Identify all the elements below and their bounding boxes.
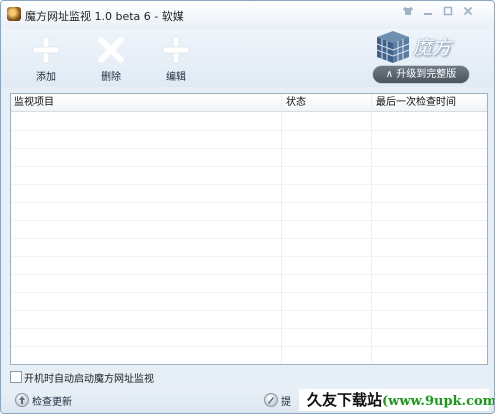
autostart-checkbox[interactable] [10,371,22,383]
watermark-text: 久友下载站 [307,391,383,409]
app-icon [7,7,21,21]
minimize-icon[interactable] [421,6,435,20]
monitor-table[interactable]: 监视项目 状态 最后一次检查时间 [10,93,488,365]
watermark: 久友下载站(www.9upk.com) [299,389,494,411]
maximize-icon[interactable] [441,6,455,20]
pen-icon [264,393,278,407]
check-update-label: 检查更新 [32,397,72,408]
column-header-item[interactable]: 监视项目 [11,94,281,111]
row-line [11,328,487,329]
row-line [11,292,487,293]
title-bar[interactable]: 魔方网址监视 1.0 beta 6 - 软媒 [1,1,494,29]
row-line [11,202,487,203]
row-line [11,346,487,347]
add-icon [32,36,60,64]
column-divider [371,94,372,364]
autostart-label: 开机时自动启动魔方网址监视 [24,374,154,385]
row-line [11,148,487,149]
feedback-label: 提 [281,397,291,408]
add-button[interactable]: 添加 [21,35,71,83]
logo-text: 魔方 [413,37,452,59]
row-line [11,238,487,239]
delete-button[interactable]: 删除 [86,35,136,83]
row-line [11,130,487,131]
upgrade-button[interactable]: ∧ 升级到完整版 [373,66,469,83]
table-header: 监视项目 状态 最后一次检查时间 [11,94,487,112]
row-line [11,256,487,257]
column-header-status[interactable]: 状态 [283,94,371,111]
close-icon[interactable] [461,6,475,20]
row-line [11,274,487,275]
arrow-up-icon [15,393,29,407]
edit-button[interactable]: 编辑 [151,35,201,83]
toolbar: 添加 删除 编辑 魔方 ∧ 升级到完整版 [1,29,494,87]
double-chevron-up-icon: ∧ [385,69,394,80]
add-label: 添加 [36,72,56,83]
row-line [11,184,487,185]
column-divider [281,94,282,364]
column-header-last-check[interactable]: 最后一次检查时间 [373,94,487,111]
edit-label: 编辑 [166,72,186,83]
edit-icon [162,36,190,64]
row-line [11,166,487,167]
shirt-icon[interactable] [401,6,415,20]
cube-icon [376,31,410,63]
upgrade-label: 升级到完整版 [396,69,457,80]
window-title: 魔方网址监视 1.0 beta 6 - 软媒 [25,10,184,23]
delete-icon [98,37,124,63]
watermark-url: (www.9upk.com) [382,394,495,409]
row-line [11,220,487,221]
delete-label: 删除 [101,72,121,83]
row-line [11,310,487,311]
app-window: 魔方网址监视 1.0 beta 6 - 软媒 添加 删除 编辑 魔方 ∧ 升级到… [0,0,495,414]
